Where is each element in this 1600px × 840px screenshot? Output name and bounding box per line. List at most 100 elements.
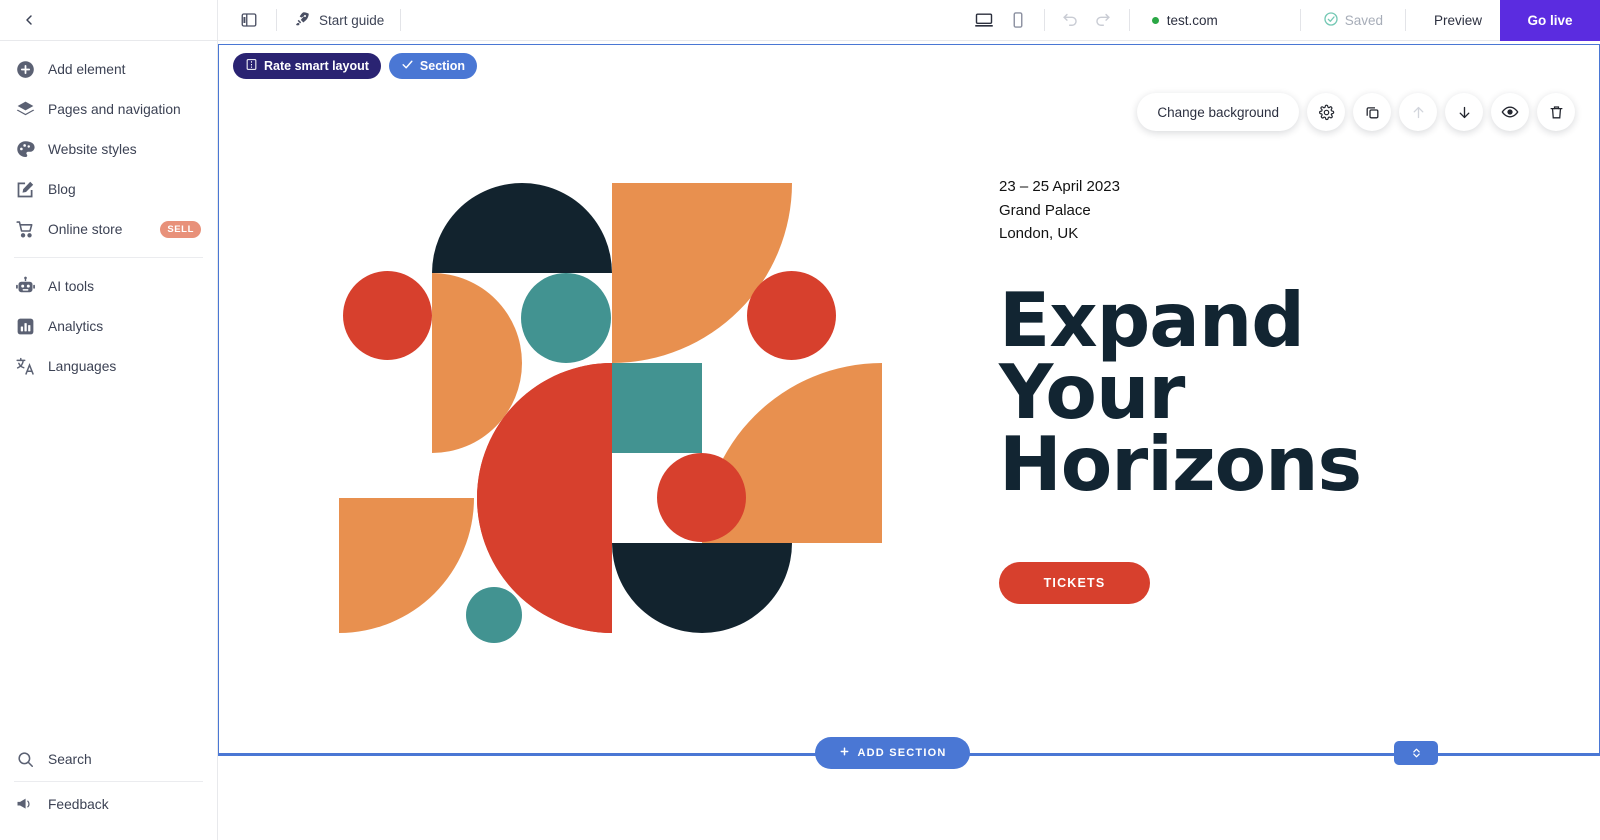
section-frame[interactable]: Rate smart layout Section Change backgro… <box>218 44 1600 756</box>
redo-icon[interactable] <box>1087 4 1119 36</box>
rocket-icon <box>293 10 311 31</box>
top-bar: Start guide test.com Saved Preview Go li… <box>0 0 1600 41</box>
rate-smart-layout-badge[interactable]: Rate smart layout <box>233 53 381 79</box>
bar-chart-icon <box>14 315 36 337</box>
sidebar-item-ai-tools[interactable]: AI tools <box>0 266 217 306</box>
undo-icon[interactable] <box>1055 4 1087 36</box>
sidebar-item-blog[interactable]: Blog <box>0 169 217 209</box>
go-live-button[interactable]: Go live <box>1500 0 1600 41</box>
sidebar-item-search[interactable]: Search <box>0 737 217 781</box>
event-venue: Grand Palace <box>999 201 1091 219</box>
layout-rate-icon <box>245 58 258 74</box>
plus-icon <box>839 746 850 760</box>
trash-icon[interactable] <box>1537 93 1575 131</box>
divider <box>1404 9 1406 31</box>
art-dome-navy-top <box>432 183 612 273</box>
sidebar-group-primary: Add element Pages and navigation Website… <box>0 41 217 249</box>
hero-artwork[interactable] <box>339 175 884 643</box>
sidebar-item-label: Search <box>48 751 92 767</box>
headline-line-2: Your <box>999 347 1185 436</box>
divider <box>1128 9 1130 31</box>
top-bar-middle: Start guide <box>218 0 411 40</box>
chevron-up-down-icon <box>1412 748 1420 758</box>
sidebar-item-feedback[interactable]: Feedback <box>0 782 217 826</box>
event-date: 23 – 25 April 2023 <box>999 178 1120 195</box>
sidebar: Add element Pages and navigation Website… <box>0 41 218 840</box>
art-circle-red-lower <box>657 453 746 542</box>
section-badges: Rate smart layout Section <box>233 53 478 79</box>
saved-status: Saved <box>1311 11 1395 30</box>
canvas-area: Rate smart layout Section Change backgro… <box>218 41 1600 840</box>
divider <box>1043 9 1045 31</box>
check-icon <box>401 58 414 74</box>
sidebar-divider <box>14 257 203 258</box>
top-bar-right: test.com Saved Preview Go live <box>968 0 1600 41</box>
headline-line-3: Horizons <box>999 419 1362 508</box>
gear-icon[interactable] <box>1307 93 1345 131</box>
sidebar-item-online-store[interactable]: Online store SELL <box>0 209 217 249</box>
megaphone-icon <box>14 793 36 815</box>
section-resize-handle[interactable] <box>1394 741 1438 765</box>
eye-icon[interactable] <box>1491 93 1529 131</box>
status-dot <box>1151 16 1159 24</box>
start-guide-button[interactable]: Start guide <box>287 3 390 37</box>
sidebar-item-analytics[interactable]: Analytics <box>0 306 217 346</box>
sidebar-item-label: Add element <box>48 61 126 77</box>
side-panel-icon[interactable] <box>232 3 266 37</box>
sidebar-group-secondary: AI tools Analytics Languages <box>0 266 217 386</box>
arrow-down-icon[interactable] <box>1445 93 1483 131</box>
event-city: London, UK <box>999 225 1079 242</box>
divider <box>1299 9 1301 31</box>
sidebar-item-label: Pages and navigation <box>48 101 181 117</box>
art-bowl-navy-bottom <box>612 543 792 633</box>
layers-icon <box>14 98 36 120</box>
arrow-up-icon <box>1399 93 1437 131</box>
saved-label: Saved <box>1344 12 1383 28</box>
add-section-button[interactable]: ADD SECTION <box>815 737 970 769</box>
divider <box>400 9 402 31</box>
headline-line-1: Expand <box>999 275 1305 364</box>
art-circle-teal-bottom <box>466 587 522 643</box>
section-toolbar: Change background <box>1137 93 1575 131</box>
robot-icon <box>14 275 36 297</box>
art-square-teal-center <box>612 363 702 453</box>
shopping-cart-icon <box>14 218 36 240</box>
desktop-icon[interactable] <box>968 4 1000 36</box>
art-circle-red-topright <box>747 271 836 360</box>
site-url-label: test.com <box>1166 12 1218 28</box>
sidebar-item-label: Feedback <box>48 796 109 812</box>
art-circle-teal-upper <box>521 273 611 363</box>
sidebar-item-label: Online store <box>48 221 123 237</box>
hero-section: 23 – 25 April 2023 Grand Palace London, … <box>219 45 1600 757</box>
search-icon <box>14 748 36 770</box>
add-section-label: ADD SECTION <box>857 747 947 759</box>
top-bar-left <box>0 0 218 40</box>
art-circle-red-topleft <box>343 271 432 360</box>
preview-button[interactable]: Preview <box>1416 0 1500 40</box>
sidebar-item-label: Website styles <box>48 141 137 157</box>
tickets-button[interactable]: TICKETS <box>999 561 1150 604</box>
section-badge[interactable]: Section <box>388 53 478 79</box>
copy-icon[interactable] <box>1353 93 1391 131</box>
chevron-left-icon[interactable] <box>14 5 44 35</box>
sidebar-item-languages[interactable]: Languages <box>0 346 217 386</box>
sidebar-item-label: AI tools <box>48 278 95 294</box>
edit-square-icon <box>14 178 36 200</box>
translate-icon <box>14 355 36 377</box>
sidebar-item-label: Analytics <box>48 318 104 334</box>
sidebar-bottom-group: Search Feedback <box>0 737 217 840</box>
check-circle-icon <box>1323 11 1339 30</box>
site-url-button[interactable]: test.com <box>1140 13 1290 28</box>
device-preview-toggle <box>968 4 1034 36</box>
section-badge-label: Section <box>419 59 466 73</box>
hero-text-block[interactable]: 23 – 25 April 2023 Grand Palace London, … <box>999 175 1429 604</box>
palette-icon <box>14 138 36 160</box>
sidebar-item-website-styles[interactable]: Website styles <box>0 129 217 169</box>
start-guide-label: Start guide <box>319 12 385 28</box>
page-title: Expand Your Horizons <box>999 275 1429 508</box>
sidebar-item-label: Languages <box>48 358 117 374</box>
change-background-button[interactable]: Change background <box>1137 93 1299 131</box>
sidebar-item-pages-and-navigation[interactable]: Pages and navigation <box>0 89 217 129</box>
mobile-icon[interactable] <box>1002 4 1034 36</box>
sidebar-item-add-element[interactable]: Add element <box>0 49 217 89</box>
